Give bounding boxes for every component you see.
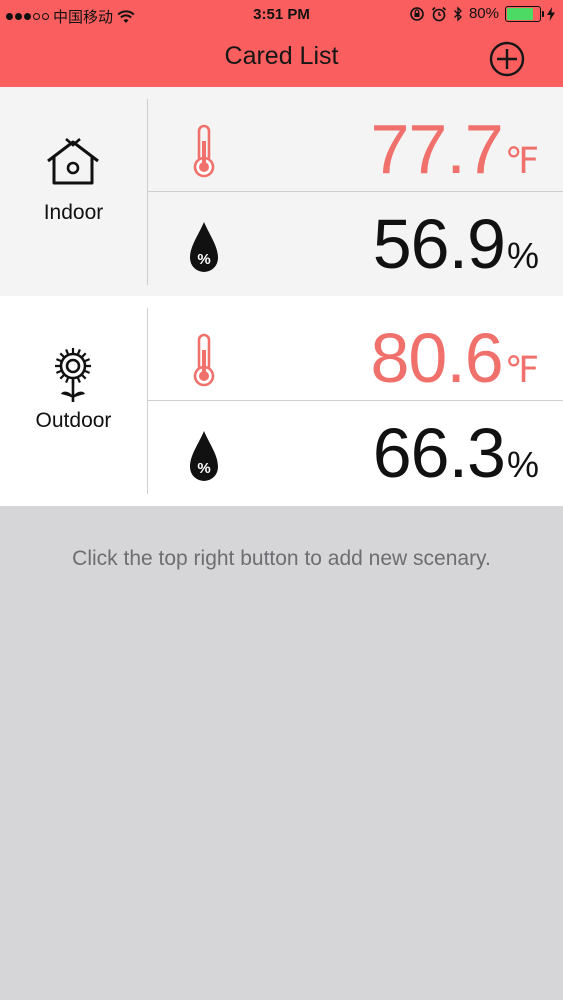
humidity-reading: % 56.9 % (148, 192, 563, 296)
thermometer-icon (193, 333, 215, 387)
humidity-reading: % 66.3 % (148, 401, 563, 505)
scene-header: Outdoor (0, 296, 147, 506)
empty-hint-text: Click the top right button to add new sc… (72, 547, 491, 570)
sunflower-icon (55, 348, 91, 402)
charging-icon (547, 6, 555, 21)
scene-label: Indoor (43, 201, 104, 224)
humidity-drop-icon: % (190, 431, 218, 481)
temperature-number: 80.6 (370, 319, 503, 397)
rotation-lock-icon (410, 6, 424, 21)
scene-card-indoor[interactable]: Indoor 77.7 ℉ % 56.9 % (0, 87, 563, 297)
temperature-value: 80.6 ℉ (370, 318, 539, 398)
scene-label: Outdoor (35, 409, 112, 432)
battery-percent: 80% (468, 5, 499, 22)
svg-text:%: % (197, 460, 210, 477)
humidity-unit: % (506, 444, 539, 485)
humidity-value: 66.3 % (373, 413, 539, 493)
temperature-value: 77.7 ℉ (370, 109, 539, 189)
temperature-reading: 77.7 ℉ (148, 87, 563, 191)
page-title: Cared List (224, 42, 339, 70)
thermometer-icon (193, 124, 215, 178)
temperature-number: 77.7 (370, 110, 503, 188)
humidity-value: 56.9 % (373, 204, 539, 284)
scene-header: Indoor (0, 87, 147, 297)
temperature-unit: ℉ (504, 349, 539, 390)
battery-icon (505, 5, 544, 22)
temperature-unit: ℉ (504, 140, 539, 181)
humidity-unit: % (506, 235, 539, 276)
alarm-icon (431, 6, 447, 21)
add-scene-button[interactable] (489, 41, 525, 77)
svg-text:%: % (197, 251, 210, 268)
humidity-number: 66.3 (372, 414, 506, 492)
status-right: 80% (409, 5, 555, 22)
bluetooth-icon (454, 5, 462, 22)
scene-card-outdoor[interactable]: Outdoor 80.6 ℉ % 66.3 % (0, 296, 563, 506)
temperature-reading: 80.6 ℉ (148, 296, 563, 400)
humidity-number: 56.9 (372, 205, 506, 283)
house-icon (47, 138, 99, 185)
humidity-drop-icon: % (190, 222, 218, 272)
header: 中国移动 3:51 PM 80% Cared List (0, 0, 563, 87)
status-bar: 中国移动 3:51 PM 80% (0, 0, 563, 30)
battery-level (507, 7, 533, 20)
